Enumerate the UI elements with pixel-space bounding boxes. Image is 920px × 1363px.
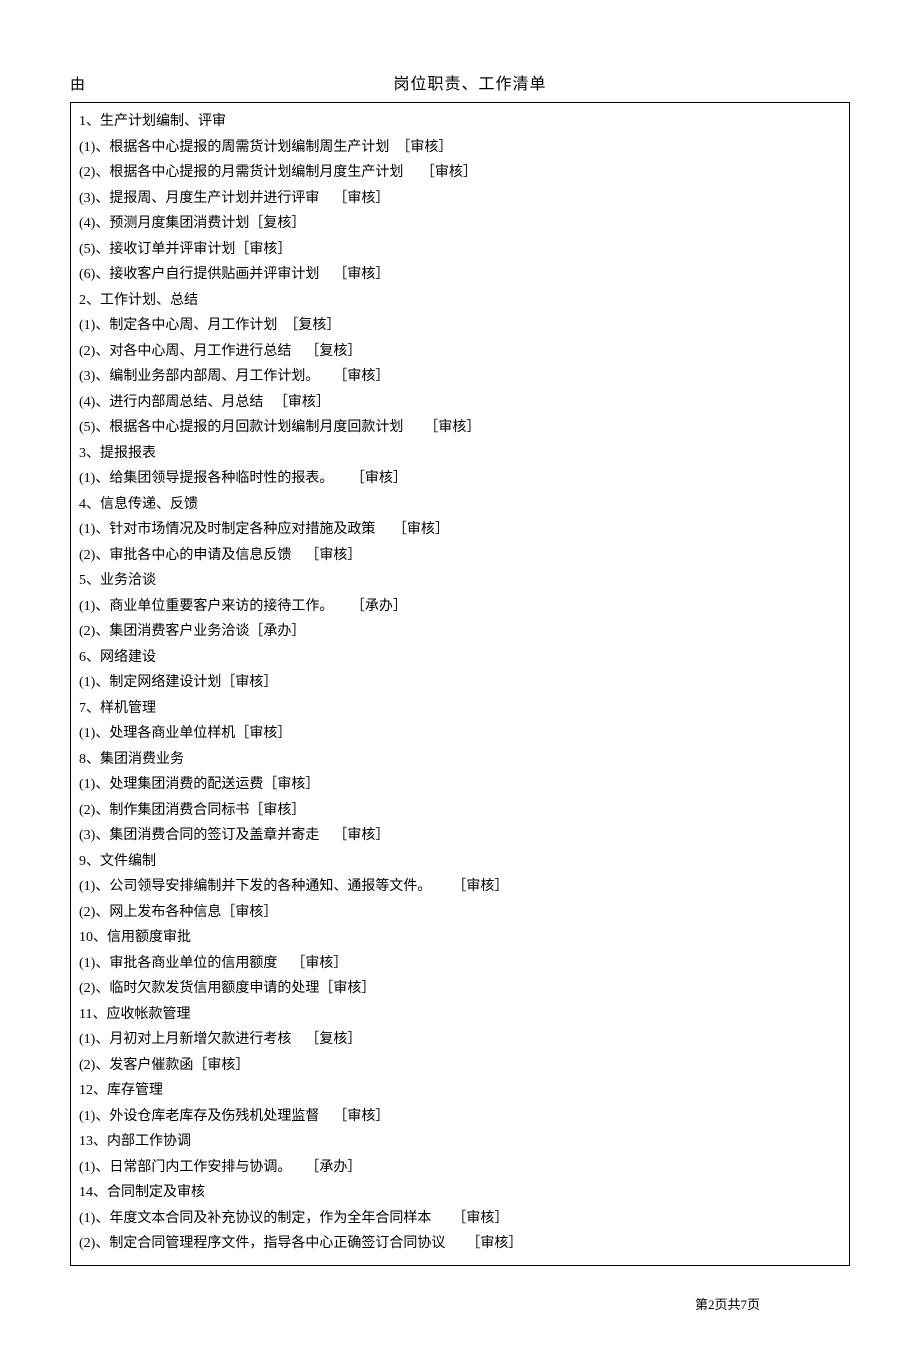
list-item: (1)、针对市场情况及时制定各种应对措施及政策 ［审核］	[79, 517, 841, 543]
page-footer: 第2页共7页	[70, 1294, 850, 1313]
content-box: 1、生产计划编制、评审 (1)、根据各中心提报的周需货计划编制周生产计划 ［审核…	[70, 102, 850, 1266]
list-item: 13、内部工作协调	[79, 1129, 841, 1155]
list-item: 6、网络建设	[79, 645, 841, 671]
list-item: (3)、集团消费合同的签订及盖章并寄走 ［审核］	[79, 823, 841, 849]
list-item: (5)、接收订单并评审计划［审核］	[79, 237, 841, 263]
list-item: (4)、进行内部周总结、月总结 ［审核］	[79, 390, 841, 416]
page-title: 岗位职责、工作清单	[90, 70, 850, 94]
list-item: (2)、制作集团消费合同标书［审核］	[79, 798, 841, 824]
list-item: (2)、发客户催款函［审核］	[79, 1053, 841, 1079]
header-left-marker: 由	[70, 73, 90, 94]
list-item: (2)、制定合同管理程序文件，指导各中心正确签订合同协议 ［审核］	[79, 1231, 841, 1257]
list-item: (1)、月初对上月新增欠款进行考核 ［复核］	[79, 1027, 841, 1053]
list-item: 4、信息传递、反馈	[79, 492, 841, 518]
list-item: 2、工作计划、总结	[79, 288, 841, 314]
list-item: (6)、接收客户自行提供贴画并评审计划 ［审核］	[79, 262, 841, 288]
list-item: (2)、临时欠款发货信用额度申请的处理［审核］	[79, 976, 841, 1002]
list-item: (4)、预测月度集团消费计划［复核］	[79, 211, 841, 237]
list-item: (3)、编制业务部内部周、月工作计划。 ［审核］	[79, 364, 841, 390]
list-item: (2)、集团消费客户业务洽谈［承办］	[79, 619, 841, 645]
list-item: 8、集团消费业务	[79, 747, 841, 773]
list-item: (2)、根据各中心提报的月需货计划编制月度生产计划 ［审核］	[79, 160, 841, 186]
list-item: (2)、网上发布各种信息［审核］	[79, 900, 841, 926]
list-item: (2)、审批各中心的申请及信息反馈 ［审核］	[79, 543, 841, 569]
list-item: 3、提报报表	[79, 441, 841, 467]
list-item: 1、生产计划编制、评审	[79, 109, 841, 135]
list-item: (1)、给集团领导提报各种临时性的报表。 ［审核］	[79, 466, 841, 492]
list-item: (1)、年度文本合同及补充协议的制定，作为全年合同样本 ［审核］	[79, 1206, 841, 1232]
list-item: 10、信用额度审批	[79, 925, 841, 951]
list-item: (1)、根据各中心提报的周需货计划编制周生产计划 ［审核］	[79, 135, 841, 161]
list-item: 5、业务洽谈	[79, 568, 841, 594]
list-item: 11、应收帐款管理	[79, 1002, 841, 1028]
list-item: 7、样机管理	[79, 696, 841, 722]
list-item: 9、文件编制	[79, 849, 841, 875]
list-item: (1)、制定各中心周、月工作计划 ［复核］	[79, 313, 841, 339]
list-item: (2)、对各中心周、月工作进行总结 ［复核］	[79, 339, 841, 365]
list-item: 14、合同制定及审核	[79, 1180, 841, 1206]
list-item: 12、库存管理	[79, 1078, 841, 1104]
list-item: (1)、审批各商业单位的信用额度 ［审核］	[79, 951, 841, 977]
list-item: (1)、公司领导安排编制并下发的各种通知、通报等文件。 ［审核］	[79, 874, 841, 900]
list-item: (1)、外设仓库老库存及伤残机处理监督 ［审核］	[79, 1104, 841, 1130]
list-item: (3)、提报周、月度生产计划并进行评审 ［审核］	[79, 186, 841, 212]
list-item: (1)、处理各商业单位样机［审核］	[79, 721, 841, 747]
list-item: (1)、制定网络建设计划［审核］	[79, 670, 841, 696]
list-item: (1)、处理集团消费的配送运费［审核］	[79, 772, 841, 798]
header: 由 岗位职责、工作清单	[70, 70, 850, 94]
list-item: (1)、日常部门内工作安排与协调。 ［承办］	[79, 1155, 841, 1181]
list-item: (5)、根据各中心提报的月回款计划编制月度回款计划 ［审核］	[79, 415, 841, 441]
list-item: (1)、商业单位重要客户来访的接待工作。 ［承办］	[79, 594, 841, 620]
